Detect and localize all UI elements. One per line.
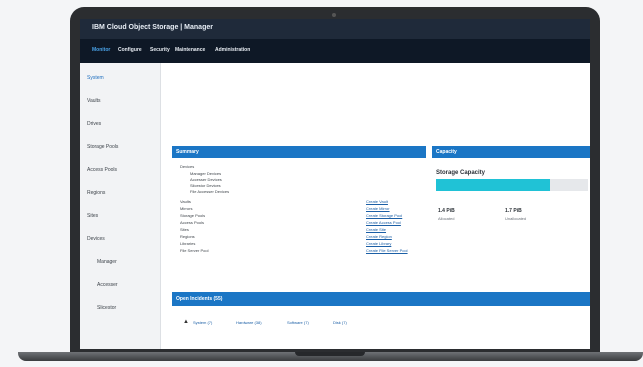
nav-bar: Monitor Configure Security Maintenance A… — [80, 39, 590, 63]
sidebar-item-accesser[interactable]: Accesser — [97, 282, 118, 288]
summary-sites: Sites — [180, 227, 189, 232]
sidebar-item-access-pools[interactable]: Access Pools — [87, 167, 117, 173]
create-storage-pool-link[interactable]: Create Storage Pool — [366, 213, 402, 218]
summary-panel-header: Summary — [172, 146, 426, 158]
incident-filter-hardware[interactable]: Hardware (38) — [236, 320, 262, 325]
sidebar: System Vaults Drives Storage Pools Acces… — [80, 63, 161, 349]
sidebar-item-regions[interactable]: Regions — [87, 190, 105, 196]
incident-filter-software[interactable]: Software (7) — [287, 320, 309, 325]
filter-icon: ▲ — [183, 319, 189, 325]
tab-configure[interactable]: Configure — [118, 47, 142, 53]
tab-security[interactable]: Security — [150, 47, 170, 53]
incident-filter-system[interactable]: System (7) — [193, 320, 212, 325]
create-library-link[interactable]: Create Library — [366, 241, 391, 246]
summary-accesser-devices: Accesser Devices — [190, 177, 222, 182]
sidebar-item-storage-pools[interactable]: Storage Pools — [87, 144, 118, 150]
create-site-link[interactable]: Create Site — [366, 227, 386, 232]
create-access-pool-link[interactable]: Create Access Pool — [366, 220, 401, 225]
summary-slicestor-devices: Slicestor Devices — [190, 183, 221, 188]
screen: IBM Cloud Object Storage | Manager Monit… — [80, 19, 590, 349]
capacity-bar-fill — [436, 179, 550, 191]
allocated-value: 1.4 PiB — [438, 208, 455, 214]
sidebar-item-drives[interactable]: Drives — [87, 121, 101, 127]
capacity-bar — [436, 179, 588, 191]
create-region-link[interactable]: Create Region — [366, 234, 392, 239]
sidebar-item-slicestor[interactable]: Slicestor — [97, 305, 116, 311]
sidebar-item-devices[interactable]: Devices — [87, 236, 105, 242]
laptop-notch — [295, 352, 365, 356]
laptop-lid: IBM Cloud Object Storage | Manager Monit… — [70, 7, 600, 357]
summary-file-accesser-devices: File Accesser Devices — [190, 189, 230, 194]
summary-devices: Devices — [180, 164, 195, 169]
unallocated-value: 1.7 PiB — [505, 208, 522, 214]
allocated-label: Allocated — [438, 216, 455, 221]
summary-mirrors: Mirrors — [180, 206, 193, 211]
create-mirror-link[interactable]: Create Mirror — [366, 206, 390, 211]
summary-file-server-pool: File Server Pool — [180, 248, 209, 253]
unallocated-label: Unallocated — [505, 216, 527, 221]
sidebar-item-manager[interactable]: Manager — [97, 259, 117, 265]
create-vault-link[interactable]: Create Vault — [366, 199, 388, 204]
app-title: IBM Cloud Object Storage | Manager — [92, 24, 213, 31]
summary-storage-pools: Storage Pools — [180, 213, 206, 218]
sidebar-item-system[interactable]: System — [87, 75, 104, 81]
summary-vaults: Vaults — [180, 199, 191, 204]
tab-administration[interactable]: Administration — [215, 47, 250, 53]
summary-manager-devices: Manager Devices — [190, 171, 222, 176]
tab-maintenance[interactable]: Maintenance — [175, 47, 205, 53]
incident-filter-disk[interactable]: Disk (7) — [333, 320, 347, 325]
tab-monitor[interactable]: Monitor — [92, 47, 110, 53]
summary-access-pools: Access Pools — [180, 220, 205, 225]
storage-capacity-label: Storage Capacity — [436, 170, 486, 176]
summary-regions: Regions — [180, 234, 195, 239]
sidebar-item-vaults[interactable]: Vaults — [87, 98, 101, 104]
laptop-base — [18, 352, 643, 361]
capacity-panel-header: Capacity — [432, 146, 590, 158]
sidebar-item-sites[interactable]: Sites — [87, 213, 98, 219]
open-incidents-header: Open Incidents (55) — [172, 292, 590, 306]
summary-libraries: Libraries — [180, 241, 196, 246]
app-header: IBM Cloud Object Storage | Manager — [80, 19, 590, 39]
create-file-server-pool-link[interactable]: Create File Server Pool — [366, 248, 408, 253]
camera-icon — [332, 13, 336, 17]
